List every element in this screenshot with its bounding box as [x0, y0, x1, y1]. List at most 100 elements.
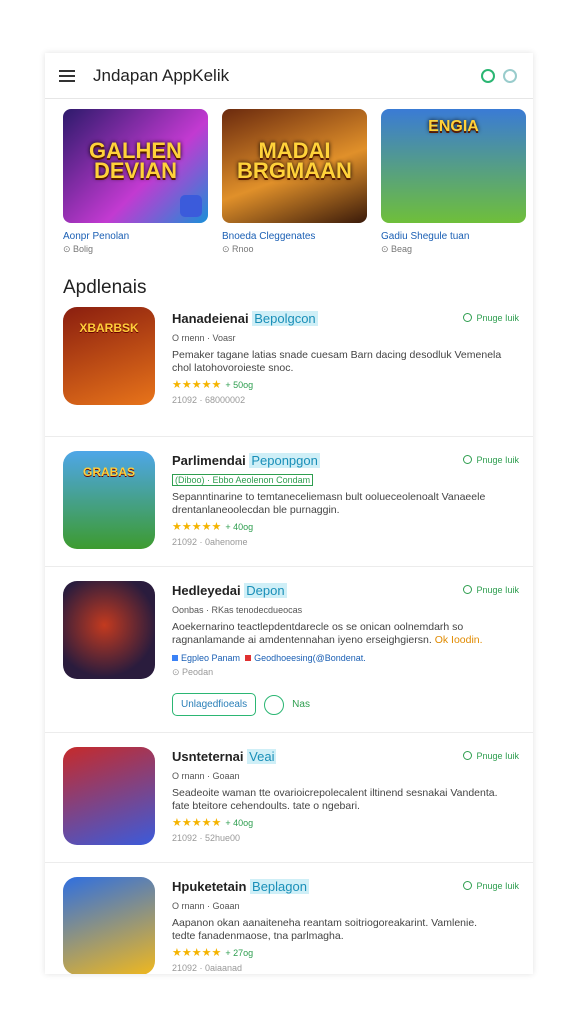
app-icon-label: XBARBSK — [79, 321, 139, 335]
app-icon[interactable] — [63, 877, 155, 974]
list-item[interactable]: XBARBSK Hanadeienai Bepolgcon Pnuge Iuik… — [45, 307, 533, 437]
app-icon[interactable] — [63, 747, 155, 845]
app-description: Seadeoite waman tte ovarioicrepolecalent… — [172, 787, 498, 812]
toggle-button[interactable] — [264, 694, 285, 715]
app-subtitle: O rnann · Goaan — [172, 901, 240, 911]
app-footer: ⊙ Peodan — [172, 667, 214, 677]
install-label: Pnuge Iuik — [476, 455, 519, 465]
app-description-text: Aoekernarino teactlepdentdarecle os se o… — [172, 621, 464, 646]
app-name: Hpuketetain — [172, 879, 247, 894]
featured-meta-text: Rnoo — [232, 244, 254, 254]
featured-meta-text: Beag — [391, 244, 413, 254]
featured-banner[interactable]: ENGIA — [381, 109, 526, 223]
app-highlight: Veai — [247, 749, 277, 764]
install-label: Pnuge Iuik — [476, 881, 519, 891]
app-highlight: Beplagon — [250, 879, 309, 894]
install-icon — [463, 455, 473, 464]
rating: ★★★★★ + 40og — [172, 816, 519, 829]
link-primary[interactable]: Egpleo Panam — [181, 653, 240, 663]
app-description: Sepanntinarine to temtaneceliemasn bult … — [172, 491, 486, 516]
install-icon — [463, 881, 473, 890]
list-item[interactable]: Usnteternai Veai Pnuge Iuik O rnann · Go… — [45, 733, 533, 863]
rating-count: + 40og — [225, 522, 254, 532]
rating-stars: ★★★★★ — [172, 817, 222, 829]
rating: ★★★★★ + 27og — [172, 946, 519, 959]
install-icon — [463, 585, 473, 594]
app-subtitle-text: (Diboo) · Ebbo Aeolenon Condam — [172, 474, 314, 486]
menu-icon[interactable] — [59, 69, 75, 82]
app-subtitle: (Diboo) · Ebbo Aeolenon Condam — [172, 474, 519, 486]
app-description: Pemaker tagane latias snade cuesam Barn … — [172, 349, 502, 374]
install-label: Pnuge Iuik — [476, 313, 519, 323]
app-highlight: Depon — [244, 583, 287, 598]
game-badge-icon — [180, 195, 202, 217]
install-link[interactable]: Pnuge Iuik — [463, 751, 519, 761]
details-button[interactable]: Unlagedfioeals — [172, 693, 257, 716]
app-highlight: Peponpgon — [249, 453, 320, 468]
more-link[interactable]: Nas — [292, 699, 310, 710]
featured-item[interactable]: GALHEN DEVIAN Aonpr Penolan ⊙ Bolig — [63, 109, 208, 255]
app-name: Hedleyedai — [172, 583, 241, 598]
featured-meta: ⊙ Bolig — [63, 244, 94, 254]
featured-name[interactable]: Gadiu Shegule tuan — [381, 231, 526, 242]
app-icon[interactable]: GRABAS — [63, 451, 155, 549]
featured-banner[interactable]: MADAI BRGMAAN — [222, 109, 367, 223]
install-link[interactable]: Pnuge Iuik — [463, 313, 519, 323]
top-bar: Jndapan AppKelik — [45, 53, 533, 99]
refresh-icon[interactable] — [481, 69, 495, 83]
rating: ★★★★★ + 50og — [172, 378, 519, 391]
rating-count: + 27og — [225, 948, 254, 958]
rating-stars: ★★★★★ — [172, 379, 222, 391]
app-name: Parlimendai — [172, 453, 246, 468]
featured-banner-title: ENGIA — [428, 118, 479, 135]
install-link[interactable]: Pnuge Iuik — [463, 455, 519, 465]
install-link[interactable]: Pnuge Iuik — [463, 881, 519, 891]
link-icon — [245, 655, 252, 661]
app-note: Ok Ioodin. — [434, 634, 483, 646]
app-store-card: Jndapan AppKelik GALHEN DEVIAN Aonpr Pen… — [45, 53, 533, 974]
list-item[interactable]: Hpuketetain Beplagon Pnuge Iuik O rnann … — [45, 863, 533, 974]
featured-item[interactable]: MADAI BRGMAAN Bnoeda Cleggenates ⊙ Rnoo — [222, 109, 367, 255]
featured-carousel: GALHEN DEVIAN Aonpr Penolan ⊙ Bolig MADA… — [45, 99, 533, 255]
featured-banner[interactable]: GALHEN DEVIAN — [63, 109, 208, 223]
rating-count: + 50og — [225, 380, 254, 390]
section-title: Apdlenais — [63, 277, 147, 298]
rating-stars: ★★★★★ — [172, 521, 222, 533]
app-links: Egpleo Panam Geodhoeesing(@Bondenat. — [172, 653, 519, 663]
rating-count: + 40og — [225, 818, 254, 828]
app-name: Hanadeienai — [172, 311, 249, 326]
settings-icon[interactable] — [503, 69, 517, 83]
install-icon — [463, 751, 473, 760]
featured-name[interactable]: Bnoeda Cleggenates — [222, 231, 367, 242]
featured-banner-title: MADAI BRGMAAN — [237, 138, 352, 183]
app-footer: 21092 · 52hue00 — [172, 833, 241, 843]
app-subtitle: Oonbas · RKas tenodecdueocas — [172, 605, 303, 615]
app-icon[interactable]: XBARBSK — [63, 307, 155, 405]
app-footer: 21092 · 68000002 — [172, 395, 246, 405]
featured-meta: ⊙ Beag — [381, 244, 413, 254]
app-footer-text: Peodan — [182, 667, 214, 677]
featured-banner-title: GALHEN DEVIAN — [89, 138, 182, 183]
app-subtitle: O rnann · Goaan — [172, 771, 240, 781]
featured-name[interactable]: Aonpr Penolan — [63, 231, 208, 242]
rating: ★★★★★ + 40og — [172, 520, 519, 533]
app-name: Usnteternai — [172, 749, 244, 764]
app-highlight: Bepolgcon — [252, 311, 318, 326]
app-icon-label: GRABAS — [82, 465, 135, 479]
link-icon — [172, 655, 178, 661]
app-footer: 21092 · 0aiaanad — [172, 963, 243, 973]
install-link[interactable]: Pnuge Iuik — [463, 585, 519, 595]
install-label: Pnuge Iuik — [476, 751, 519, 761]
app-description: Aoekernarino teactlepdentdarecle os se o… — [172, 621, 502, 647]
list-item-expanded[interactable]: Hedleyedai Depon Pnuge Iuik Oonbas · RKa… — [45, 567, 533, 733]
app-title: Jndapan AppKelik — [93, 65, 230, 85]
featured-meta-text: Bolig — [73, 244, 94, 254]
link-secondary[interactable]: Geodhoeesing(@Bondenat. — [254, 653, 366, 663]
rating-stars: ★★★★★ — [172, 947, 222, 959]
app-icon[interactable] — [63, 581, 155, 679]
list-item[interactable]: GRABAS Parlimendai Peponpgon Pnuge Iuik … — [45, 437, 533, 567]
featured-meta: ⊙ Rnoo — [222, 244, 254, 254]
app-subtitle: O rnenn · Voasr — [172, 333, 236, 343]
install-label: Pnuge Iuik — [476, 585, 519, 595]
featured-item[interactable]: ENGIA Gadiu Shegule tuan ⊙ Beag — [381, 109, 526, 255]
